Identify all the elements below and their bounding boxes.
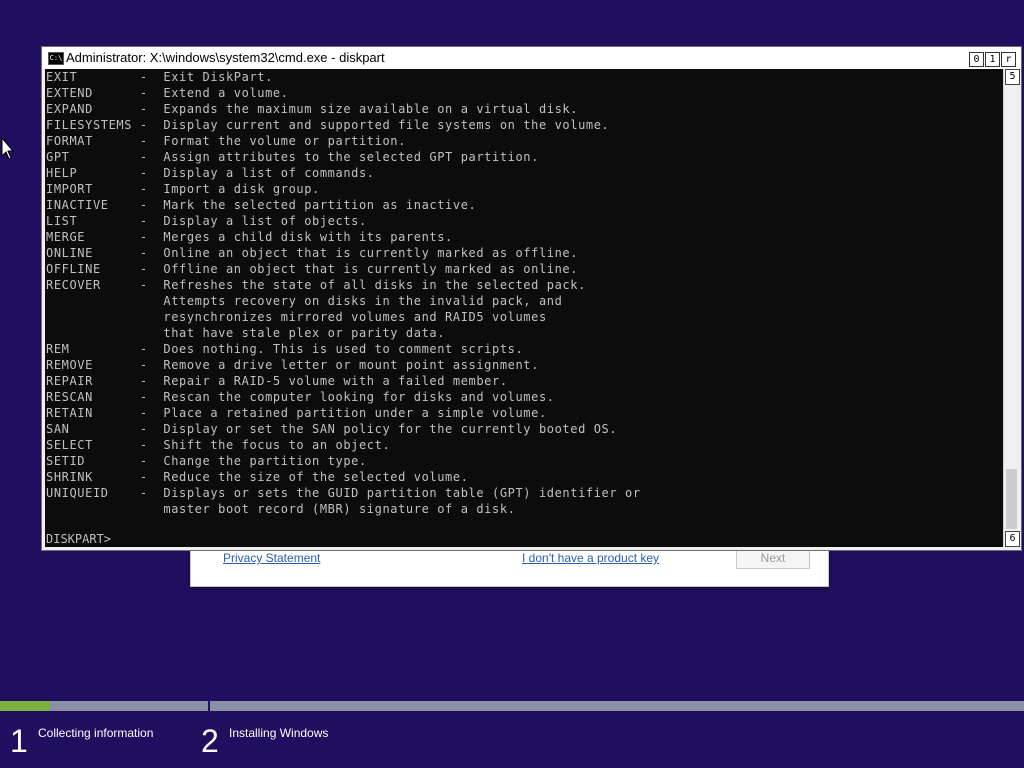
console-line: master boot record (MBR) signature of a …: [163, 502, 516, 516]
privacy-statement-link[interactable]: Privacy Statement: [223, 551, 320, 565]
console-line: MERGE - Merges a child disk with its par…: [46, 230, 453, 244]
console-line: RECOVER - Refreshes the state of all dis…: [46, 278, 586, 292]
close-icon[interactable]: r: [1001, 52, 1016, 67]
console-line: that have stale plex or parity data.: [163, 326, 446, 340]
cmd-app-icon: C:\: [48, 52, 64, 65]
no-product-key-link[interactable]: I don't have a product key: [522, 551, 659, 565]
console-line: SHRINK - Reduce the size of the selected…: [46, 470, 469, 484]
step2-label: Installing Windows: [229, 726, 329, 740]
console-line: EXPAND - Expands the maximum size availa…: [46, 102, 579, 116]
console-line: EXTEND - Extend a volume.: [46, 86, 289, 100]
console-line: UNIQUEID - Displays or sets the GUID par…: [46, 486, 641, 500]
step2-number: 2: [201, 723, 219, 759]
console-line: resynchronizes mirrored volumes and RAID…: [163, 310, 547, 324]
scroll-thumb[interactable]: [1006, 469, 1017, 529]
step2-progress-track: [210, 701, 1024, 711]
console-line: SELECT - Shift the focus to an object.: [46, 438, 391, 452]
console-line: RESCAN - Rescan the computer looking for…: [46, 390, 555, 404]
step1-label: Collecting information: [38, 726, 154, 740]
cmd-window[interactable]: C:\ Administrator: X:\windows\system32\c…: [41, 46, 1022, 551]
cmd-console[interactable]: EXIT - Exit DiskPart. EXTEND - Extend a …: [45, 69, 1003, 547]
diskpart-prompt[interactable]: DISKPART>: [46, 531, 111, 547]
minimize-icon[interactable]: 0: [969, 52, 984, 67]
console-line: FILESYSTEMS - Display current and suppor…: [46, 118, 610, 132]
console-line: ONLINE - Online an object that is curren…: [46, 246, 579, 260]
vertical-scrollbar[interactable]: 5 6: [1003, 69, 1020, 547]
console-line: SETID - Change the partition type.: [46, 454, 367, 468]
console-line: RETAIN - Place a retained partition unde…: [46, 406, 547, 420]
cmd-window-title: Administrator: X:\windows\system32\cmd.e…: [66, 50, 385, 65]
console-line: GPT - Assign attributes to the selected …: [46, 150, 539, 164]
console-line: REPAIR - Repair a RAID-5 volume with a f…: [46, 374, 508, 388]
console-line: HELP - Display a list of commands.: [46, 166, 375, 180]
cmd-titlebar[interactable]: C:\ Administrator: X:\windows\system32\c…: [42, 47, 1021, 69]
console-line: OFFLINE - Offline an object that is curr…: [46, 262, 579, 276]
step1-progress-track: [0, 701, 208, 711]
console-output: EXIT - Exit DiskPart. EXTEND - Extend a …: [45, 69, 1003, 517]
mouse-cursor-icon: [1, 137, 15, 160]
console-line: REMOVE - Remove a drive letter or mount …: [46, 358, 539, 372]
console-line: EXIT - Exit DiskPart.: [46, 70, 273, 84]
scroll-up-icon[interactable]: 5: [1005, 69, 1020, 85]
maximize-icon[interactable]: 1: [985, 52, 1000, 67]
scroll-down-icon[interactable]: 6: [1005, 531, 1020, 547]
console-line: INACTIVE - Mark the selected partition a…: [46, 198, 477, 212]
console-line: SAN - Display or set the SAN policy for …: [46, 422, 618, 436]
console-line: LIST - Display a list of objects.: [46, 214, 367, 228]
console-line: REM - Does nothing. This is used to comm…: [46, 342, 524, 356]
console-line: IMPORT - Import a disk group.: [46, 182, 320, 196]
console-line: FORMAT - Format the volume or partition.: [46, 134, 406, 148]
step1-number: 1: [10, 723, 28, 759]
step1-progress-fill: [0, 701, 50, 711]
console-line: Attempts recovery on disks in the invali…: [163, 294, 563, 308]
